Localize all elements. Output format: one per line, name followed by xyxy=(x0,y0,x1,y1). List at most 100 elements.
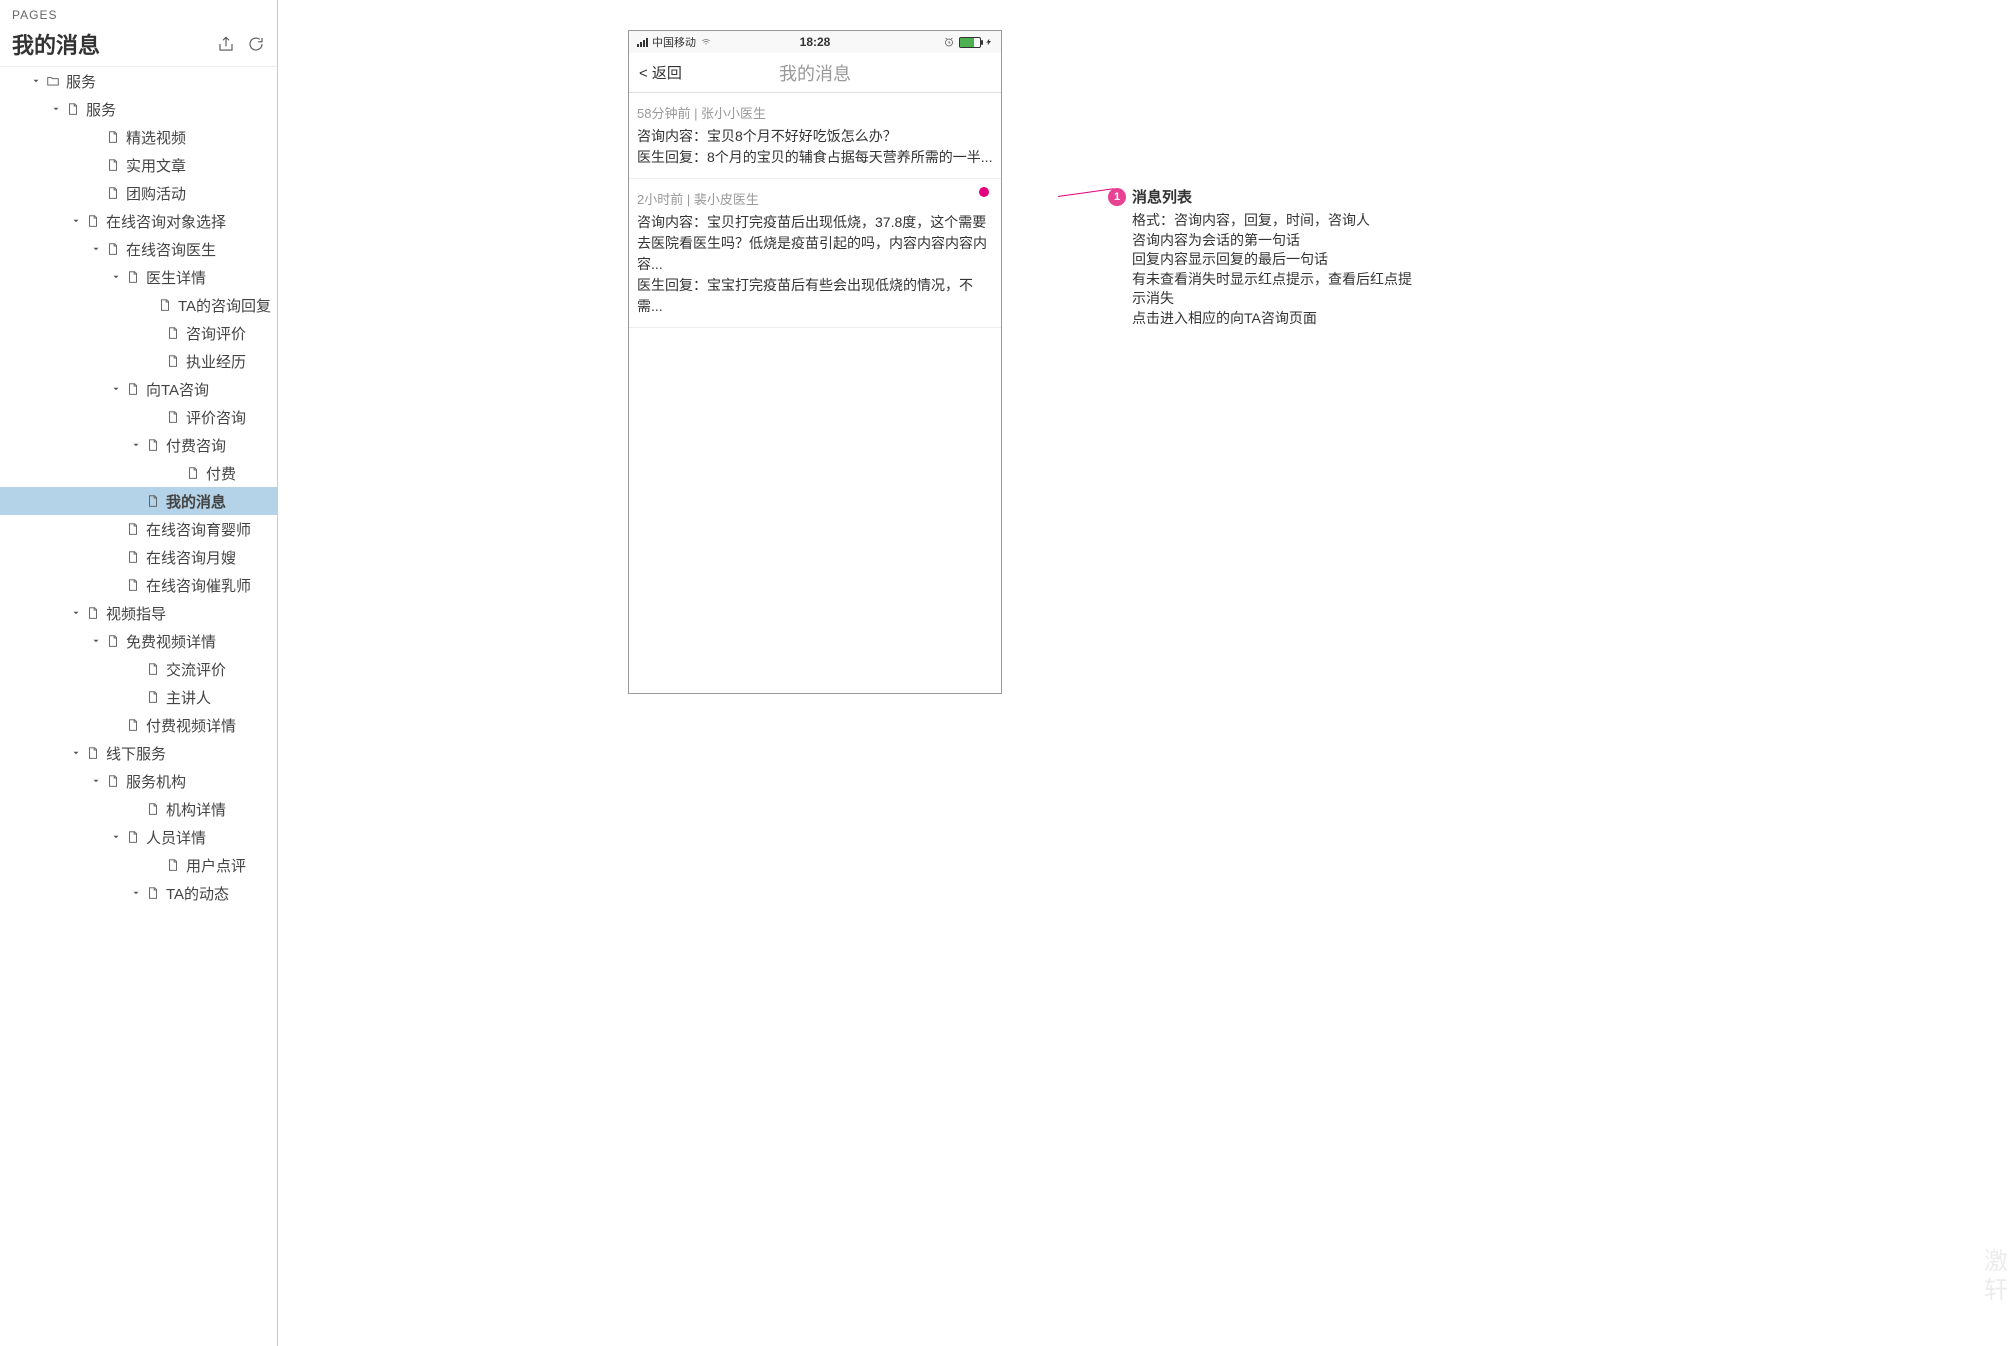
tree-item[interactable]: 机构详情 xyxy=(0,795,277,823)
tree-item[interactable]: 精选视频 xyxy=(0,123,277,151)
tree-item[interactable]: 医生详情 xyxy=(0,263,277,291)
pages-label: PAGES xyxy=(12,8,265,22)
sidebar: PAGES 我的消息 服务服务精选视频实用文章团购活动在线咨询对象选择在线咨询医… xyxy=(0,0,278,1346)
charging-icon xyxy=(985,36,993,48)
tree-label: 机构详情 xyxy=(166,799,226,820)
tree-label: 实用文章 xyxy=(126,155,186,176)
message-list: 58分钟前 | 张小小医生咨询内容：宝贝8个月不好好吃饭怎么办？医生回复：8个月… xyxy=(629,93,1001,328)
phone-mockup: 中国移动 18:28 < 返回 我的消息 58分钟前 | 张小小医生咨询内容：宝… xyxy=(628,30,1002,694)
refresh-icon[interactable] xyxy=(247,35,265,53)
page-icon xyxy=(146,690,160,704)
page-icon xyxy=(146,662,160,676)
tree-item[interactable]: 付费咨询 xyxy=(0,431,277,459)
tree-label: 服务机构 xyxy=(126,771,186,792)
page-icon xyxy=(186,466,200,480)
tree-item[interactable]: 付费视频详情 xyxy=(0,711,277,739)
tree-toggle[interactable] xyxy=(30,76,42,86)
tree-label: 付费 xyxy=(206,463,236,484)
tree-item[interactable]: 线下服务 xyxy=(0,739,277,767)
canvas: 中国移动 18:28 < 返回 我的消息 58分钟前 | 张小小医生咨询内容：宝… xyxy=(278,0,2012,1346)
page-icon xyxy=(66,102,80,116)
message-item[interactable]: 58分钟前 | 张小小医生咨询内容：宝贝8个月不好好吃饭怎么办？医生回复：8个月… xyxy=(629,93,1001,179)
tree-item[interactable]: 在线咨询月嫂 xyxy=(0,543,277,571)
tree-label: 在线咨询育婴师 xyxy=(146,519,251,540)
tree-item[interactable]: 咨询评价 xyxy=(0,319,277,347)
tree-toggle[interactable] xyxy=(110,384,122,394)
tree-label: 在线咨询对象选择 xyxy=(106,211,226,232)
page-icon xyxy=(126,270,140,284)
tree-label: 线下服务 xyxy=(106,743,166,764)
back-button[interactable]: < 返回 xyxy=(639,62,682,83)
battery-icon xyxy=(959,37,981,48)
page-title: 我的消息 xyxy=(12,28,100,60)
tree-item[interactable]: 付费 xyxy=(0,459,277,487)
message-item[interactable]: 2小时前 | 裴小皮医生咨询内容：宝贝打完疫苗后出现低烧，37.8度，这个需要去… xyxy=(629,179,1001,328)
tree-toggle[interactable] xyxy=(70,216,82,226)
share-icon[interactable] xyxy=(217,35,235,53)
tree-item[interactable]: 人员详情 xyxy=(0,823,277,851)
page-icon xyxy=(126,830,140,844)
tree-item[interactable]: 我的消息 xyxy=(0,487,277,515)
tree-label: 交流评价 xyxy=(166,659,226,680)
tree-item[interactable]: 视频指导 xyxy=(0,599,277,627)
tree-item[interactable]: 在线咨询医生 xyxy=(0,235,277,263)
tree-label: 评价咨询 xyxy=(186,407,246,428)
annotation-line: 点击进入相应的向TA咨询页面 xyxy=(1132,309,1412,329)
tree-toggle[interactable] xyxy=(50,104,62,114)
page-icon xyxy=(126,578,140,592)
annotation-title: 消息列表 xyxy=(1132,186,1412,207)
alarm-icon xyxy=(943,36,955,48)
tree-item[interactable]: 向TA咨询 xyxy=(0,375,277,403)
annotation-connector xyxy=(1058,188,1114,197)
page-icon xyxy=(126,550,140,564)
tree-label: 团购活动 xyxy=(126,183,186,204)
tree-toggle[interactable] xyxy=(110,272,122,282)
page-icon xyxy=(166,354,180,368)
page-icon xyxy=(146,438,160,452)
tree-item[interactable]: 服务机构 xyxy=(0,767,277,795)
tree-toggle[interactable] xyxy=(130,888,142,898)
carrier-label: 中国移动 xyxy=(652,34,696,50)
tree-item[interactable]: TA的咨询回复 xyxy=(0,291,277,319)
tree-item[interactable]: 免费视频详情 xyxy=(0,627,277,655)
folder-icon xyxy=(46,74,60,88)
tree-item[interactable]: 服务 xyxy=(0,67,277,95)
annotation-line: 咨询内容为会话的第一句话 xyxy=(1132,231,1412,251)
watermark: 激轩 xyxy=(1984,1248,2008,1306)
tree-toggle[interactable] xyxy=(90,776,102,786)
annotation-body: 格式：咨询内容，回复，时间，咨询人咨询内容为会话的第一句话回复内容显示回复的最后… xyxy=(1132,211,1412,329)
page-tree[interactable]: 服务服务精选视频实用文章团购活动在线咨询对象选择在线咨询医生医生详情TA的咨询回… xyxy=(0,67,277,1346)
page-icon xyxy=(106,158,120,172)
tree-item[interactable]: 主讲人 xyxy=(0,683,277,711)
page-icon xyxy=(158,298,172,312)
message-meta: 2小时前 | 裴小皮医生 xyxy=(637,189,993,208)
tree-item[interactable]: 团购活动 xyxy=(0,179,277,207)
tree-label: 在线咨询月嫂 xyxy=(146,547,236,568)
tree-toggle[interactable] xyxy=(70,608,82,618)
tree-item[interactable]: 服务 xyxy=(0,95,277,123)
tree-item[interactable]: 实用文章 xyxy=(0,151,277,179)
message-consult: 咨询内容：宝贝打完疫苗后出现低烧，37.8度，这个需要去医院看医生吗？低烧是疫苗… xyxy=(637,212,993,275)
tree-toggle[interactable] xyxy=(110,832,122,842)
tree-label: 视频指导 xyxy=(106,603,166,624)
clock-label: 18:28 xyxy=(756,35,875,49)
tree-item[interactable]: 在线咨询对象选择 xyxy=(0,207,277,235)
tree-item[interactable]: 在线咨询催乳师 xyxy=(0,571,277,599)
tree-item[interactable]: 执业经历 xyxy=(0,347,277,375)
tree-toggle[interactable] xyxy=(90,636,102,646)
tree-toggle[interactable] xyxy=(70,748,82,758)
tree-toggle[interactable] xyxy=(130,440,142,450)
tree-item[interactable]: TA的动态 xyxy=(0,879,277,907)
page-icon xyxy=(86,606,100,620)
tree-item[interactable]: 评价咨询 xyxy=(0,403,277,431)
tree-item[interactable]: 在线咨询育婴师 xyxy=(0,515,277,543)
tree-item[interactable]: 交流评价 xyxy=(0,655,277,683)
wifi-icon xyxy=(700,37,712,47)
tree-label: 免费视频详情 xyxy=(126,631,216,652)
tree-item[interactable]: 用户点评 xyxy=(0,851,277,879)
annotation-line: 回复内容显示回复的最后一句话 xyxy=(1132,250,1412,270)
page-icon xyxy=(146,494,160,508)
unread-dot-icon xyxy=(979,187,989,197)
tree-toggle[interactable] xyxy=(90,244,102,254)
status-bar: 中国移动 18:28 xyxy=(629,31,1001,53)
